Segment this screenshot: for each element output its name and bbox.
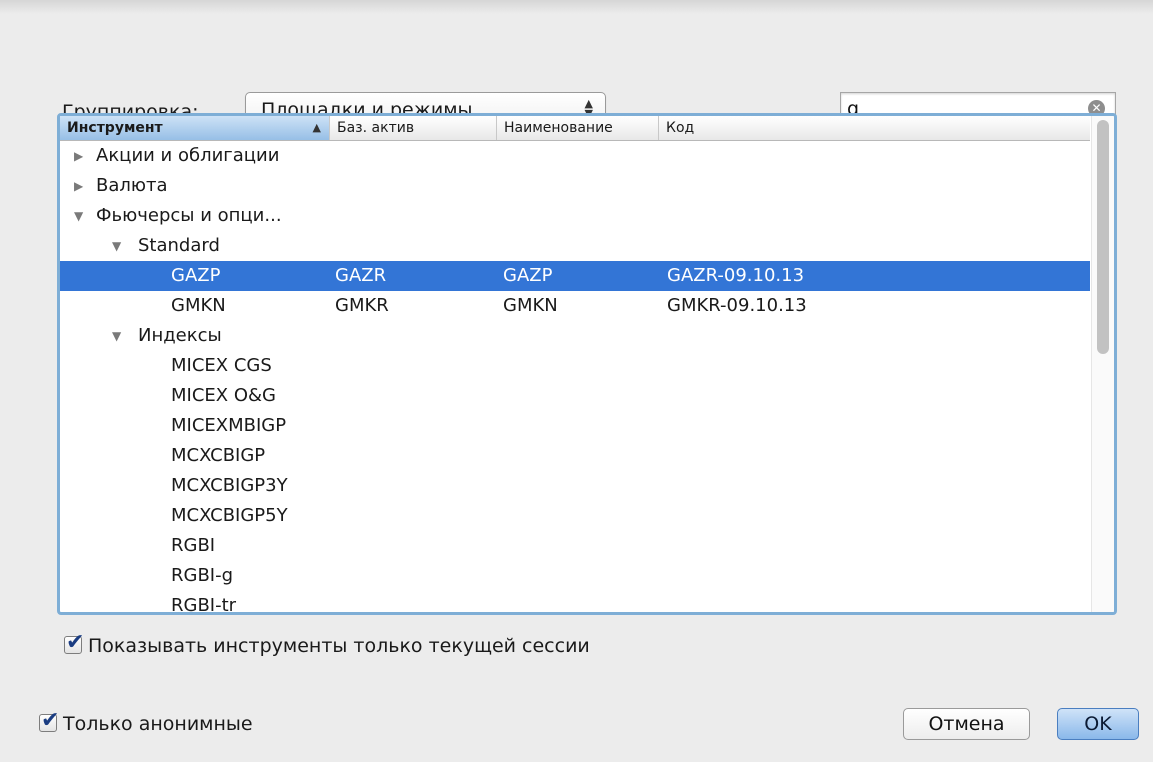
cell-instrument: GAZP [171,265,221,286]
cell-instrument: MICEX O&G [171,385,276,406]
cell-instrument: Индексы [138,325,222,346]
table-row[interactable]: RGBI-g [60,561,1090,591]
cell-instrument: Валюта [96,175,168,196]
cell-code: GMKR-09.10.13 [667,295,807,316]
disclosure-expanded-icon[interactable]: ▼ [112,231,126,261]
table-row[interactable]: ▶ Валюта [60,171,1090,201]
cell-instrument: MICEX CGS [171,355,272,376]
table-body: ▶ Акции и облигации ▶ Валюта ▼ Фьючерсы и опц… [60,141,1090,615]
table-row[interactable]: MICEX O&G [60,381,1090,411]
table-header: Инструмент ▲ Баз. актив Наименование Код [60,116,1090,141]
column-header-label: Наименование [504,120,613,136]
current-session-only-label[interactable]: Показывать инструменты только текущей се… [88,634,590,658]
cell-instrument: MCXCBIGP5Y [171,505,288,526]
table-row[interactable]: MICEX CGS [60,351,1090,381]
table-row[interactable]: GMKN GMKR GMKN GMKR-09.10.13 [60,291,1090,321]
cell-instrument: MCXCBIGP [171,445,266,466]
cell-name: GAZP [503,265,553,286]
cancel-button[interactable]: Отмена [903,708,1030,740]
table-row[interactable]: RGBI [60,531,1090,561]
column-header-label: Баз. актив [337,120,415,136]
cell-name: GMKN [503,295,558,316]
column-header-name[interactable]: Наименование [497,116,659,140]
disclosure-expanded-icon[interactable]: ▼ [74,201,88,231]
table-row[interactable]: MCXCBIGP5Y [60,501,1090,531]
table-row[interactable]: ▼ Индексы [60,321,1090,351]
cell-instrument: RGBI [171,535,216,556]
cell-instrument: RGBI-g [171,565,234,586]
column-header-instrument[interactable]: Инструмент ▲ [60,116,330,140]
instrument-selection-dialog: Группировка: Площадки и режимы ▲▼ ✕ Инст… [0,0,1153,762]
table-row[interactable]: MICEXMBIGP [60,411,1090,441]
cell-instrument: Фьючерсы и опци... [96,205,282,226]
cell-base-asset: GMKR [335,295,389,316]
table-row[interactable]: ▼ Standard [60,231,1090,261]
column-header-base-asset[interactable]: Баз. актив [330,116,497,140]
column-header-label: Код [666,120,695,136]
cell-code: GAZR-09.10.13 [667,265,805,286]
table-row[interactable]: ▶ Акции и облигации [60,141,1090,171]
disclosure-expanded-icon[interactable]: ▼ [112,321,126,351]
cell-instrument: GMKN [171,295,226,316]
checkmark-icon: ✔ [66,630,85,655]
checkmark-icon: ✔ [41,708,60,733]
ok-button[interactable]: OK [1057,708,1139,740]
cell-base-asset: GAZR [335,265,387,286]
cell-instrument: MCXCBIGP3Y [171,475,288,496]
table-row[interactable]: GAZP GAZR GAZP GAZR-09.10.13 [60,261,1090,291]
anonymous-only-label[interactable]: Только анонимные [63,712,253,736]
column-header-code[interactable]: Код [659,116,1090,140]
table-row[interactable]: ▼ Фьючерсы и опци... [60,201,1090,231]
scroll-thumb[interactable] [1097,120,1109,354]
table-row[interactable]: MCXCBIGP3Y [60,471,1090,501]
table-row[interactable]: MCXCBIGP [60,441,1090,471]
column-header-label: Инструмент [67,120,163,136]
current-session-only-checkbox[interactable]: ✔ [64,630,84,655]
table-row[interactable]: RGBI-tr [60,591,1090,615]
disclosure-collapsed-icon[interactable]: ▶ [74,171,88,201]
cell-instrument: MICEXMBIGP [171,415,287,436]
vertical-scrollbar[interactable] [1091,116,1114,612]
disclosure-collapsed-icon[interactable]: ▶ [74,141,88,171]
sort-ascending-icon: ▲ [312,121,321,134]
cell-instrument: RGBI-tr [171,595,237,615]
anonymous-only-checkbox[interactable]: ✔ [39,708,59,733]
cell-instrument: Standard [138,235,220,256]
cell-instrument: Акции и облигации [96,145,280,166]
window-top-edge [0,0,1153,14]
instruments-table[interactable]: Инструмент ▲ Баз. актив Наименование Код… [57,113,1117,615]
